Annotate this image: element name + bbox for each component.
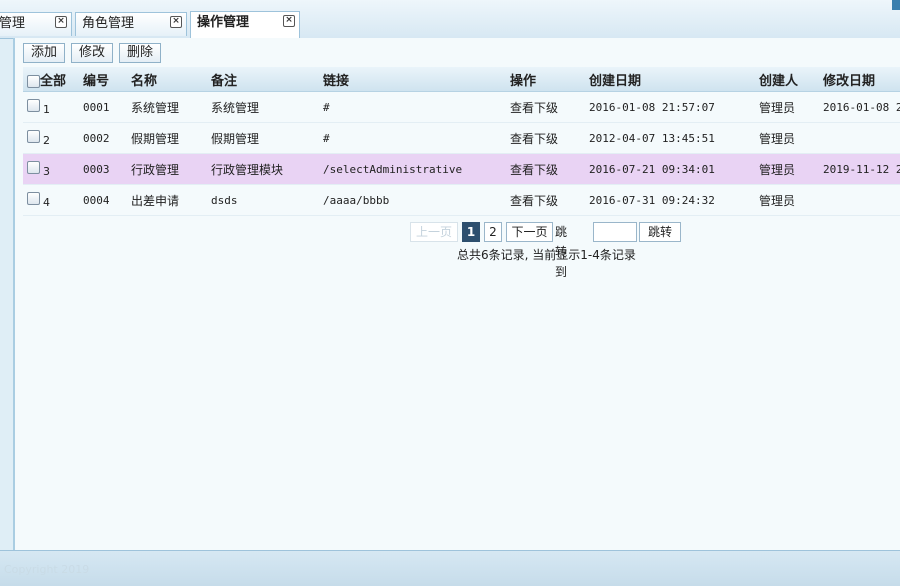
page-1-button[interactable]: 1 — [462, 222, 480, 242]
row-number: 2 — [43, 134, 50, 147]
scroll-edge — [892, 0, 900, 10]
close-icon[interactable]: × — [55, 16, 67, 28]
cell-created: 2016-07-31 09:24:32 — [585, 184, 755, 216]
cell-code: 0003 — [79, 153, 127, 185]
row-checkbox[interactable] — [27, 161, 40, 174]
header-created: 创建日期 — [585, 67, 755, 92]
cell-code: 0002 — [79, 122, 127, 154]
pager-info: 总共6条记录, 当前显示1-4条记录 — [457, 248, 636, 262]
row-number: 1 — [43, 103, 50, 116]
status-bar: Copyright 2019 — [0, 550, 900, 586]
goto-button[interactable]: 跳转 — [639, 222, 681, 242]
goto-label: 跳转到 — [555, 225, 568, 279]
checkbox-icon[interactable] — [27, 74, 40, 88]
header-action: 操作 — [506, 67, 585, 92]
row-checkbox[interactable] — [27, 192, 40, 205]
cell-link: /aaaa/bbbb — [319, 184, 506, 216]
operation-table: 全部 编号 名称 备注 链接 操作 创建日期 创建人 修改日期 1 0001 系… — [23, 67, 900, 216]
table-row-selected[interactable]: 3 0003 行政管理 行政管理模块 /selectAdministrative… — [23, 153, 900, 185]
view-children-link[interactable]: 查看下级 — [506, 91, 585, 123]
cell-name: 行政管理 — [127, 153, 207, 185]
close-icon[interactable]: × — [283, 15, 295, 27]
cell-creator: 管理员 — [755, 122, 819, 154]
cell-creator: 管理员 — [755, 91, 819, 123]
tab-bar: 管理 × 角色管理 × 操作管理 × — [0, 0, 900, 39]
cell-code: 0001 — [79, 91, 127, 123]
copyright-text: Copyright 2019 — [4, 563, 90, 576]
header-remark: 备注 — [207, 67, 319, 92]
delete-button[interactable]: 删除 — [119, 43, 161, 63]
cell-remark: 系统管理 — [207, 91, 319, 123]
cell-name: 假期管理 — [127, 122, 207, 154]
prev-page-button[interactable]: 上一页 — [410, 222, 458, 242]
row-number: 4 — [43, 196, 50, 209]
cell-modified — [819, 184, 900, 216]
row-number: 3 — [43, 165, 50, 178]
cell-creator: 管理员 — [755, 184, 819, 216]
table-row[interactable]: 2 0002 假期管理 假期管理 # 查看下级 2012-04-07 13:45… — [23, 122, 900, 154]
tab-label: 操作管理 — [197, 15, 250, 30]
add-button[interactable]: 添加 — [23, 43, 65, 63]
cell-remark: 行政管理模块 — [207, 153, 319, 185]
cell-remark: 假期管理 — [207, 122, 319, 154]
cell-link: /selectAdministrative — [319, 153, 506, 185]
header-name: 名称 — [127, 67, 207, 92]
view-children-link[interactable]: 查看下级 — [506, 153, 585, 185]
cell-modified: 2016-01-08 2 — [819, 91, 900, 123]
header-link: 链接 — [319, 67, 506, 92]
header-creator: 创建人 — [755, 67, 819, 92]
tab-label: 角色管理 — [82, 16, 135, 31]
operation-panel: 添加 修改 删除 全部 编号 名称 备注 链接 操作 创建日期 创建人 修改日期… — [13, 38, 900, 550]
cell-code: 0004 — [79, 184, 127, 216]
tab-role-management[interactable]: 角色管理 × — [75, 12, 187, 36]
cell-created: 2012-04-07 13:45:51 — [585, 122, 755, 154]
row-checkbox[interactable] — [27, 130, 40, 143]
cell-link: # — [319, 122, 506, 154]
header-select-all[interactable]: 全部 — [23, 67, 79, 92]
edit-button[interactable]: 修改 — [71, 43, 113, 63]
tab-label: 管理 — [0, 16, 26, 31]
row-checkbox[interactable] — [27, 99, 40, 112]
tab-management[interactable]: 管理 × — [0, 12, 72, 36]
goto-page-input[interactable] — [593, 222, 637, 242]
cell-name: 系统管理 — [127, 91, 207, 123]
cell-created: 2016-01-08 21:57:07 — [585, 91, 755, 123]
table-row[interactable]: 4 0004 出差申请 dsds /aaaa/bbbb 查看下级 2016-07… — [23, 184, 900, 216]
cell-remark: dsds — [207, 184, 319, 216]
next-page-button[interactable]: 下一页 — [506, 222, 553, 242]
cell-created: 2016-07-21 09:34:01 — [585, 153, 755, 185]
view-children-link[interactable]: 查看下级 — [506, 184, 585, 216]
table-header-row: 全部 编号 名称 备注 链接 操作 创建日期 创建人 修改日期 — [23, 67, 900, 92]
header-code: 编号 — [79, 67, 127, 92]
close-icon[interactable]: × — [170, 16, 182, 28]
page-2-button[interactable]: 2 — [484, 222, 502, 242]
header-modified: 修改日期 — [819, 67, 900, 92]
cell-modified: 2019-11-12 2 — [819, 153, 900, 185]
tab-operation-management[interactable]: 操作管理 × — [190, 11, 300, 38]
view-children-link[interactable]: 查看下级 — [506, 122, 585, 154]
table-row[interactable]: 1 0001 系统管理 系统管理 # 查看下级 2016-01-08 21:57… — [23, 91, 900, 123]
cell-creator: 管理员 — [755, 153, 819, 185]
cell-name: 出差申请 — [127, 184, 207, 216]
cell-modified — [819, 122, 900, 154]
cell-link: # — [319, 91, 506, 123]
